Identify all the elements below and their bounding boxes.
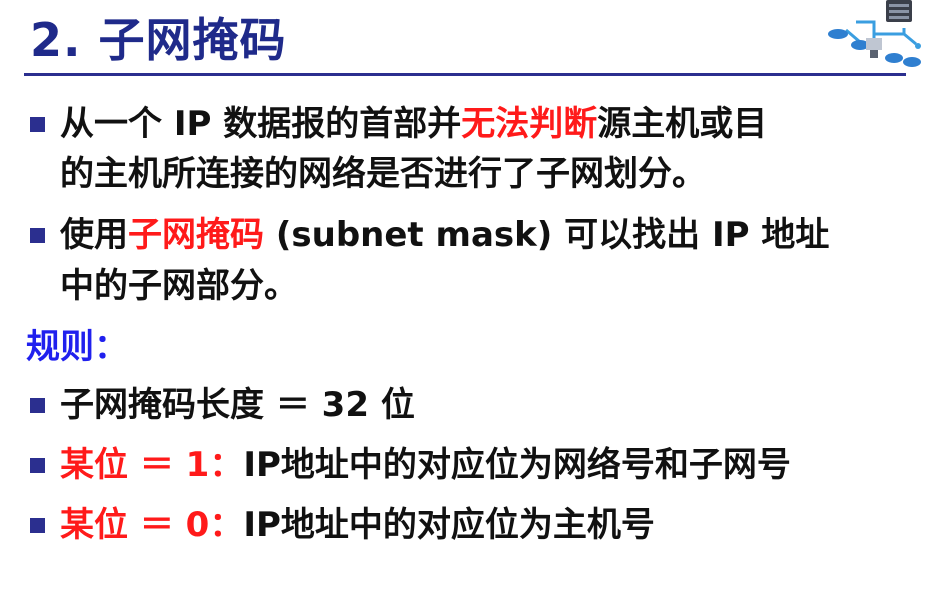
- bullet-1-text-a: 从一个 IP 数据报的首部并: [60, 104, 462, 144]
- bullet-1-text-b: 源主机或目: [597, 104, 768, 144]
- rule-2-text: IP地址中的对应位为网络号和子网号: [243, 445, 791, 485]
- bullet-2-line-1: 使用子网掩码 (subnet mask) 可以找出 IP 地址: [60, 215, 829, 255]
- bullet-2-line-2: 中的子网部分。: [60, 266, 298, 306]
- bullet-1-line-2: 的主机所连接的网络是否进行了子网划分。: [60, 154, 706, 194]
- rule-3: 某位 ＝ 0：IP地址中的对应位为主机号: [60, 505, 655, 545]
- bullet-marker: [30, 228, 45, 243]
- bullet-marker: [30, 458, 45, 473]
- bullet-marker: [30, 398, 45, 413]
- rule-1: 子网掩码长度 ＝ 32 位: [60, 385, 415, 425]
- bullet-2-emphasis: 子网掩码: [128, 215, 264, 255]
- bullet-1-line-1: 从一个 IP 数据报的首部并无法判断源主机或目: [60, 104, 767, 144]
- bullet-1-emphasis: 无法判断: [461, 104, 598, 144]
- rule-2: 某位 ＝ 1：IP地址中的对应位为网络号和子网号: [60, 445, 791, 485]
- bullet-2-text-a: 使用: [60, 215, 128, 255]
- rules-heading: 规则：: [26, 327, 128, 367]
- page-title: 2. 子网掩码: [30, 13, 287, 67]
- bullet-marker: [30, 518, 45, 533]
- title-underline: [24, 73, 906, 76]
- network-diagram-icon: [828, 0, 921, 67]
- rule-2-emphasis: 某位 ＝ 1：: [60, 445, 244, 485]
- bullet-2-text-b: (subnet mask) 可以找出 IP 地址: [264, 215, 830, 255]
- rule-3-text: IP地址中的对应位为主机号: [243, 505, 655, 545]
- rule-3-emphasis: 某位 ＝ 0：: [60, 505, 244, 545]
- bullet-marker: [30, 117, 45, 132]
